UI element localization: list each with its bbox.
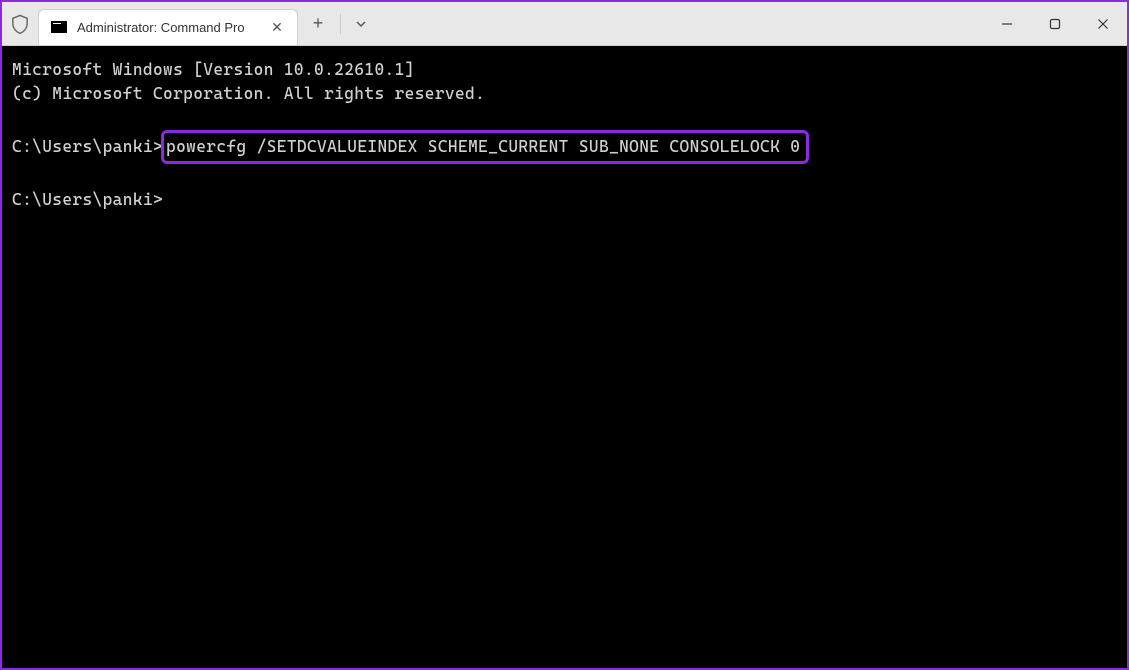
- terminal-prompt-1: C:\Users\panki>: [12, 137, 163, 156]
- terminal-banner-line2: (c) Microsoft Corporation. All rights re…: [12, 84, 485, 103]
- tab-dropdown-button[interactable]: [343, 2, 379, 45]
- terminal-banner-line1: Microsoft Windows [Version 10.0.22610.1]: [12, 60, 415, 79]
- cmd-icon: [51, 21, 67, 33]
- new-tab-button[interactable]: +: [298, 2, 338, 45]
- titlebar: Administrator: Command Pro ✕ +: [2, 2, 1127, 46]
- close-tab-button[interactable]: ✕: [269, 19, 285, 36]
- minimize-button[interactable]: [983, 2, 1031, 45]
- close-window-button[interactable]: [1079, 2, 1127, 45]
- window-controls: [983, 2, 1127, 45]
- tab-title: Administrator: Command Pro: [77, 20, 259, 35]
- shield-icon: [2, 2, 38, 45]
- divider: [340, 14, 341, 34]
- terminal-content[interactable]: Microsoft Windows [Version 10.0.22610.1]…: [2, 46, 1127, 668]
- tab-active[interactable]: Administrator: Command Pro ✕: [38, 9, 298, 45]
- terminal-prompt-2: C:\Users\panki>: [12, 190, 163, 209]
- highlighted-command: powercfg /SETDCVALUEINDEX SCHEME_CURRENT…: [161, 130, 809, 164]
- maximize-button[interactable]: [1031, 2, 1079, 45]
